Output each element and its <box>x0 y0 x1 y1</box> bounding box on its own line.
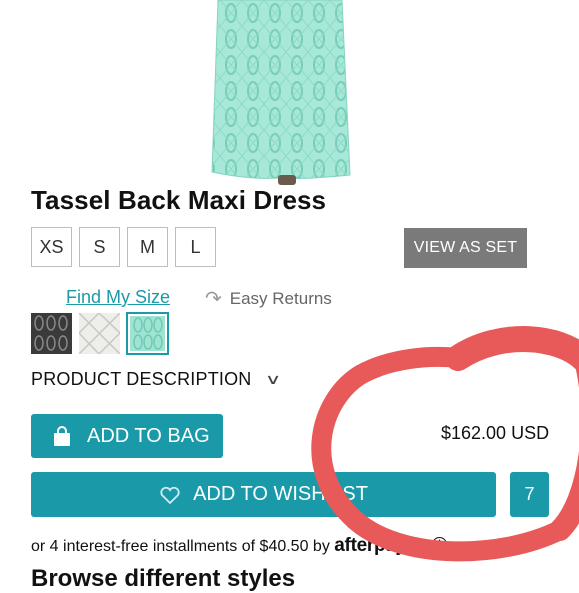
size-option-s[interactable]: S <box>79 227 120 267</box>
browse-styles-heading: Browse different styles <box>31 565 296 592</box>
return-arrow-icon: ↷ <box>205 288 222 310</box>
heart-icon <box>160 486 180 504</box>
add-to-wishlist-button[interactable]: ADD TO WISHLIST <box>31 472 496 517</box>
size-option-m[interactable]: M <box>127 227 168 267</box>
info-icon[interactable]: i <box>432 537 448 552</box>
color-swatch-white[interactable] <box>79 313 120 354</box>
product-price: $162.00 USD <box>441 423 550 443</box>
add-to-bag-button[interactable]: ADD TO BAG <box>31 414 223 458</box>
easy-returns-label: Easy Returns <box>229 288 332 308</box>
installments-label: or 4 interest-free installments of $40.5… <box>31 538 330 555</box>
size-option-xs[interactable]: XS <box>31 227 72 267</box>
add-to-bag-label: ADD TO BAG <box>87 424 210 447</box>
product-description-label: PRODUCT DESCRIPTION <box>31 369 252 389</box>
view-as-set-button[interactable]: VIEW AS SET <box>404 228 527 268</box>
product-image <box>0 0 579 186</box>
color-swatch-mint[interactable] <box>126 312 169 355</box>
afterpay-arrow-icon: ⟲ <box>410 538 424 555</box>
find-my-size-link[interactable]: Find My Size <box>66 287 170 308</box>
size-option-l[interactable]: L <box>175 227 216 267</box>
afterpay-logo: afterpay <box>334 535 406 556</box>
wishlist-count-badge: 7 <box>510 472 549 517</box>
installments-text: or 4 interest-free installments of $40.5… <box>31 535 448 557</box>
product-description-toggle[interactable]: PRODUCT DESCRIPTION ∨ <box>31 369 282 390</box>
chevron-down-icon: ∨ <box>264 371 282 387</box>
easy-returns-link[interactable]: ↷ Easy Returns <box>205 286 332 311</box>
product-title: Tassel Back Maxi Dress <box>31 185 327 215</box>
shopping-bag-icon <box>54 426 70 446</box>
add-to-wishlist-label: ADD TO WISHLIST <box>193 483 368 505</box>
color-swatch-charcoal[interactable] <box>31 313 72 354</box>
